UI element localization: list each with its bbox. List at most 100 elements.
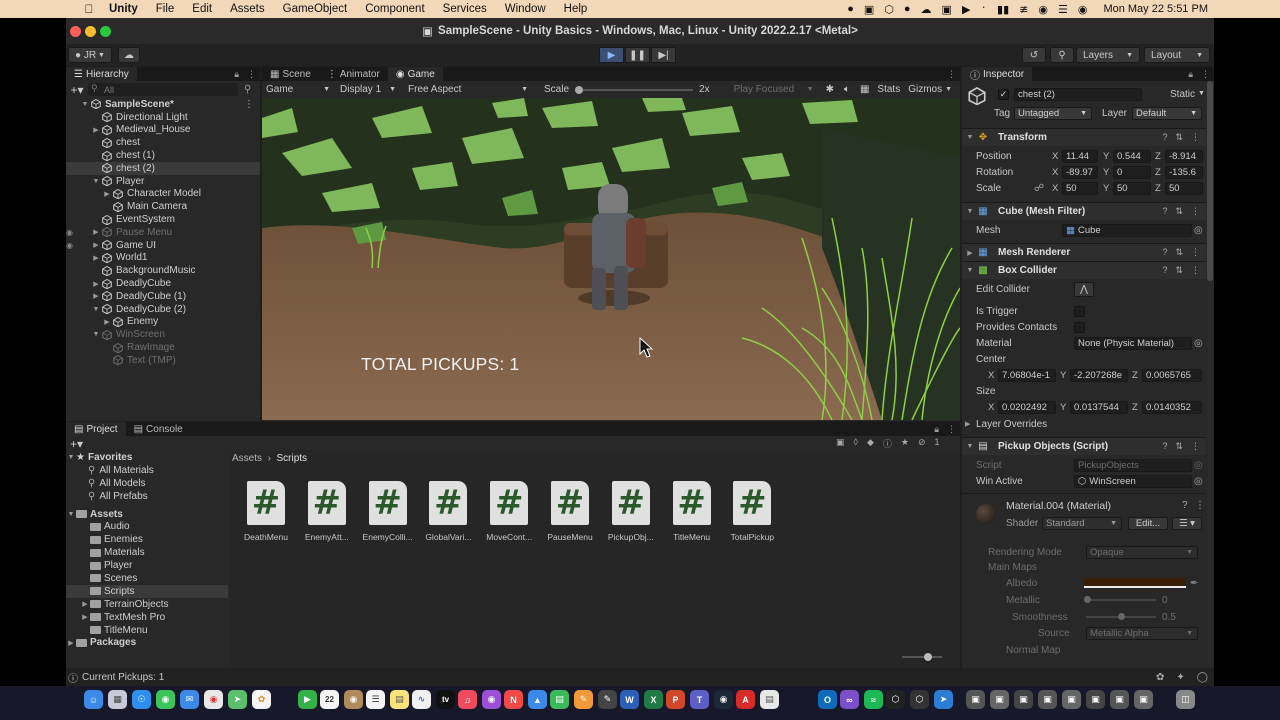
hierarchy-item[interactable]: ▶ DeadlyCube [66, 277, 260, 290]
script-asset[interactable]: # DeathMenu [236, 481, 296, 543]
help-icon[interactable]: ? [1162, 132, 1167, 143]
kebab-menu-icon[interactable]: ⋮ [947, 424, 956, 435]
recent-app-icon[interactable]: ▣ [1014, 690, 1033, 709]
help-icon[interactable]: ? [1162, 247, 1167, 258]
search-by-label-icon[interactable]: ◊ [854, 437, 858, 450]
object-name-input[interactable]: chest (2) [1014, 88, 1142, 101]
tag-dropdown[interactable]: Untagged ▼ [1014, 107, 1092, 120]
hierarchy-search-input[interactable]: ⚲ All [88, 83, 238, 96]
music-icon[interactable]: ♫ [458, 690, 477, 709]
recent-app-icon[interactable]: ▣ [990, 690, 1009, 709]
center-x-field[interactable]: 7.06804e-1 [998, 368, 1056, 382]
object-picker-icon[interactable]: ◎ [1194, 225, 1203, 236]
script-asset[interactable]: # MoveCont... [479, 481, 539, 543]
tab-inspector[interactable]: ⓘ Inspector [962, 67, 1033, 82]
expand-arrow-icon[interactable]: ▶ [91, 241, 101, 249]
menu-file[interactable]: File [147, 3, 184, 15]
help-icon[interactable]: ? [1162, 265, 1167, 276]
safari-icon[interactable]: ☉ [132, 690, 151, 709]
account-dropdown[interactable]: ● JR ▼ [68, 47, 112, 63]
finder-icon[interactable]: ☺ [84, 690, 103, 709]
powerpoint-icon[interactable]: P [666, 690, 685, 709]
lock-icon[interactable]: 🔒︎ [234, 69, 239, 80]
siri-icon[interactable]: ◉ [1078, 3, 1088, 16]
display-dropdown[interactable]: Display 1 ▼ [336, 83, 400, 97]
folder-item[interactable]: Enemies [66, 533, 228, 546]
recent-app-icon[interactable]: ▣ [1086, 690, 1105, 709]
scale-z-field[interactable]: 50 [1165, 181, 1203, 195]
preset-icon[interactable]: ⇅ [1175, 206, 1183, 217]
cloud-button[interactable]: ☁ [118, 47, 140, 63]
script-asset[interactable]: # TitleMenu [662, 481, 722, 543]
unity-icon[interactable]: ⬡ [910, 690, 929, 709]
podcasts-icon[interactable]: ◉ [482, 690, 501, 709]
progress-icon[interactable]: ◯ [1197, 672, 1208, 683]
numbers-icon[interactable]: ▤ [550, 690, 569, 709]
tab-project[interactable]: ▤ Project [66, 422, 126, 436]
recent-app-icon[interactable]: ▣ [1134, 690, 1153, 709]
script-asset[interactable]: # TotalPickup [722, 481, 782, 543]
kebab-menu-icon[interactable]: ⋮ [1191, 247, 1200, 258]
hierarchy-item[interactable]: Main Camera [66, 200, 260, 213]
apple-menu-icon[interactable]:  [78, 2, 100, 16]
fold-arrow-icon[interactable]: ▶ [965, 420, 970, 428]
expand-arrow-icon[interactable]: ▼ [91, 306, 101, 313]
expand-arrow-icon[interactable]: ▶ [80, 613, 90, 621]
fold-arrow-icon[interactable]: ▼ [964, 443, 976, 450]
expand-arrow-icon[interactable]: ▶ [102, 190, 112, 198]
inspector-scrollbar[interactable] [1207, 81, 1213, 671]
menu-edit[interactable]: Edit [183, 3, 221, 15]
static-dropdown-icon[interactable]: ▼ [1198, 90, 1205, 97]
folder-item[interactable]: Player [66, 559, 228, 572]
preset-icon[interactable]: ⇅ [1175, 441, 1183, 452]
folder-item[interactable]: Audio [66, 520, 228, 533]
lock-icon[interactable]: 🔒︎ [934, 424, 939, 435]
hierarchy-item[interactable]: chest (2) [66, 161, 260, 175]
scale-x-field[interactable]: 50 [1062, 181, 1098, 195]
search-options-icon[interactable]: ⚲ [244, 84, 251, 95]
hierarchy-item[interactable]: ▶ Enemy [66, 316, 260, 329]
aspect-dropdown[interactable]: Free Aspect ▼ [404, 83, 532, 97]
teams-icon[interactable]: T [690, 690, 709, 709]
tab-animator[interactable]: ⋮ Animator [319, 67, 388, 81]
expand-arrow-icon[interactable]: ▼ [80, 101, 90, 108]
tab-console[interactable]: ▤ Console [126, 422, 191, 436]
camera-icon[interactable]: ▣ [942, 3, 952, 16]
expand-arrow-icon[interactable]: ▶ [80, 600, 90, 608]
is-trigger-checkbox[interactable] [1074, 305, 1085, 317]
tag-icon[interactable]: ◆ [867, 437, 874, 450]
collider-material-field[interactable]: None (Physic Material) [1074, 336, 1192, 350]
lock-icon[interactable]: 🔒︎ [1188, 69, 1193, 80]
transform-header[interactable]: ▼ ✥ Transform ? ⇅ ⋮ [962, 128, 1206, 146]
mesh-filter-header[interactable]: ▼ ▦ Cube (Mesh Filter) ? ⇅ ⋮ [962, 202, 1206, 220]
layer-overrides-row[interactable]: ▶ Layer Overrides [962, 416, 1206, 432]
help-icon[interactable]: ? [1162, 206, 1167, 217]
win-active-field[interactable]: ⬡ WinScreen [1074, 474, 1192, 488]
facetime-icon[interactable]: ▶ [298, 690, 317, 709]
pickup-script-header[interactable]: ▼ ▤ Pickup Objects (Script) ? ⇅ ⋮ [962, 437, 1206, 455]
rotation-z-field[interactable]: -135.6 [1165, 165, 1203, 179]
eye-slash-icon[interactable]: ⊘ [918, 437, 926, 450]
keynote-icon[interactable]: ▲ [528, 690, 547, 709]
kebab-menu-icon[interactable]: ⋮ [244, 99, 254, 110]
notes-icon[interactable]: ▤ [390, 690, 409, 709]
status-message[interactable]: Current Pickups: 1 [82, 672, 164, 683]
expand-arrow-icon[interactable]: ▼ [91, 331, 101, 338]
scale-y-field[interactable]: 50 [1113, 181, 1151, 195]
favorite-item[interactable]: ⚲ All Models [66, 477, 228, 490]
kebab-menu-icon[interactable]: ⋮ [1201, 69, 1210, 80]
kebab-menu-icon[interactable]: ⋮ [1191, 441, 1200, 452]
launchpad-icon[interactable]: ▦ [108, 690, 127, 709]
hierarchy-item[interactable]: EventSystem [66, 213, 260, 226]
preset-icon[interactable]: ⇅ [1175, 132, 1183, 143]
bluetooth-icon[interactable]: ᛫ [980, 3, 987, 15]
object-picker-icon[interactable]: ◎ [1194, 476, 1203, 487]
hierarchy-scene-row[interactable]: ▼ SampleScene* ⋮ [66, 98, 260, 111]
expand-arrow-icon[interactable]: ▶ [91, 228, 101, 236]
favorite-star-icon[interactable]: ★ [901, 437, 909, 450]
kebab-menu-icon[interactable]: ⋮ [947, 69, 956, 80]
freeform-icon[interactable]: ∿ [412, 690, 431, 709]
script-asset[interactable]: # GlobalVari... [418, 481, 478, 543]
cache-icon[interactable]: ✦ [1176, 672, 1184, 683]
hierarchy-item[interactable]: ▼ Player [66, 175, 260, 188]
